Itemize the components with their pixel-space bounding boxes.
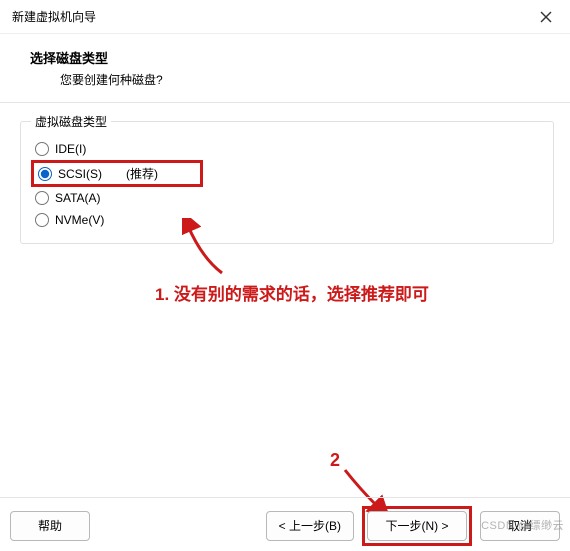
help-button[interactable]: 帮助 — [10, 511, 90, 541]
cancel-button[interactable]: 取消 — [480, 511, 560, 541]
wizard-header: 选择磁盘类型 您要创建何种磁盘? — [0, 34, 570, 103]
radio-sata-input[interactable] — [35, 191, 49, 205]
close-icon — [540, 11, 552, 23]
radio-scsi-input[interactable] — [38, 167, 52, 181]
group-legend: 虚拟磁盘类型 — [31, 113, 111, 130]
annotation-text-2: 2 — [330, 450, 340, 471]
footer: 帮助 < 上一步(B) 下一步(N) > 取消 — [0, 497, 570, 545]
window-title: 新建虚拟机向导 — [12, 8, 96, 25]
annotation-arrow-1 — [182, 218, 232, 278]
content-area: 虚拟磁盘类型 IDE(I) SCSI(S) (推荐) SATA(A) NVMe(… — [0, 103, 570, 244]
radio-scsi-label: SCSI(S) — [58, 167, 102, 181]
radio-ide[interactable]: IDE(I) — [31, 138, 543, 160]
radio-nvme-label: NVMe(V) — [55, 213, 104, 227]
radio-nvme-input[interactable] — [35, 213, 49, 227]
radio-sata-label: SATA(A) — [55, 191, 101, 205]
radio-ide-input[interactable] — [35, 142, 49, 156]
header-subtitle: 您要创建何种磁盘? — [30, 71, 550, 88]
next-button-highlight: 下一步(N) > — [362, 506, 472, 546]
titlebar: 新建虚拟机向导 — [0, 0, 570, 34]
next-button[interactable]: 下一步(N) > — [367, 511, 467, 541]
disk-type-group: 虚拟磁盘类型 IDE(I) SCSI(S) (推荐) SATA(A) NVMe(… — [20, 121, 554, 244]
header-title: 选择磁盘类型 — [30, 48, 550, 67]
radio-nvme[interactable]: NVMe(V) — [31, 209, 543, 231]
radio-ide-label: IDE(I) — [55, 142, 86, 156]
back-button[interactable]: < 上一步(B) — [266, 511, 354, 541]
radio-sata[interactable]: SATA(A) — [31, 187, 543, 209]
radio-scsi[interactable]: SCSI(S) (推荐) — [31, 160, 203, 187]
close-button[interactable] — [534, 5, 558, 29]
annotation-text-1: 1. 没有别的需求的话，选择推荐即可 — [155, 280, 429, 305]
radio-scsi-reco: (推荐) — [126, 165, 158, 182]
